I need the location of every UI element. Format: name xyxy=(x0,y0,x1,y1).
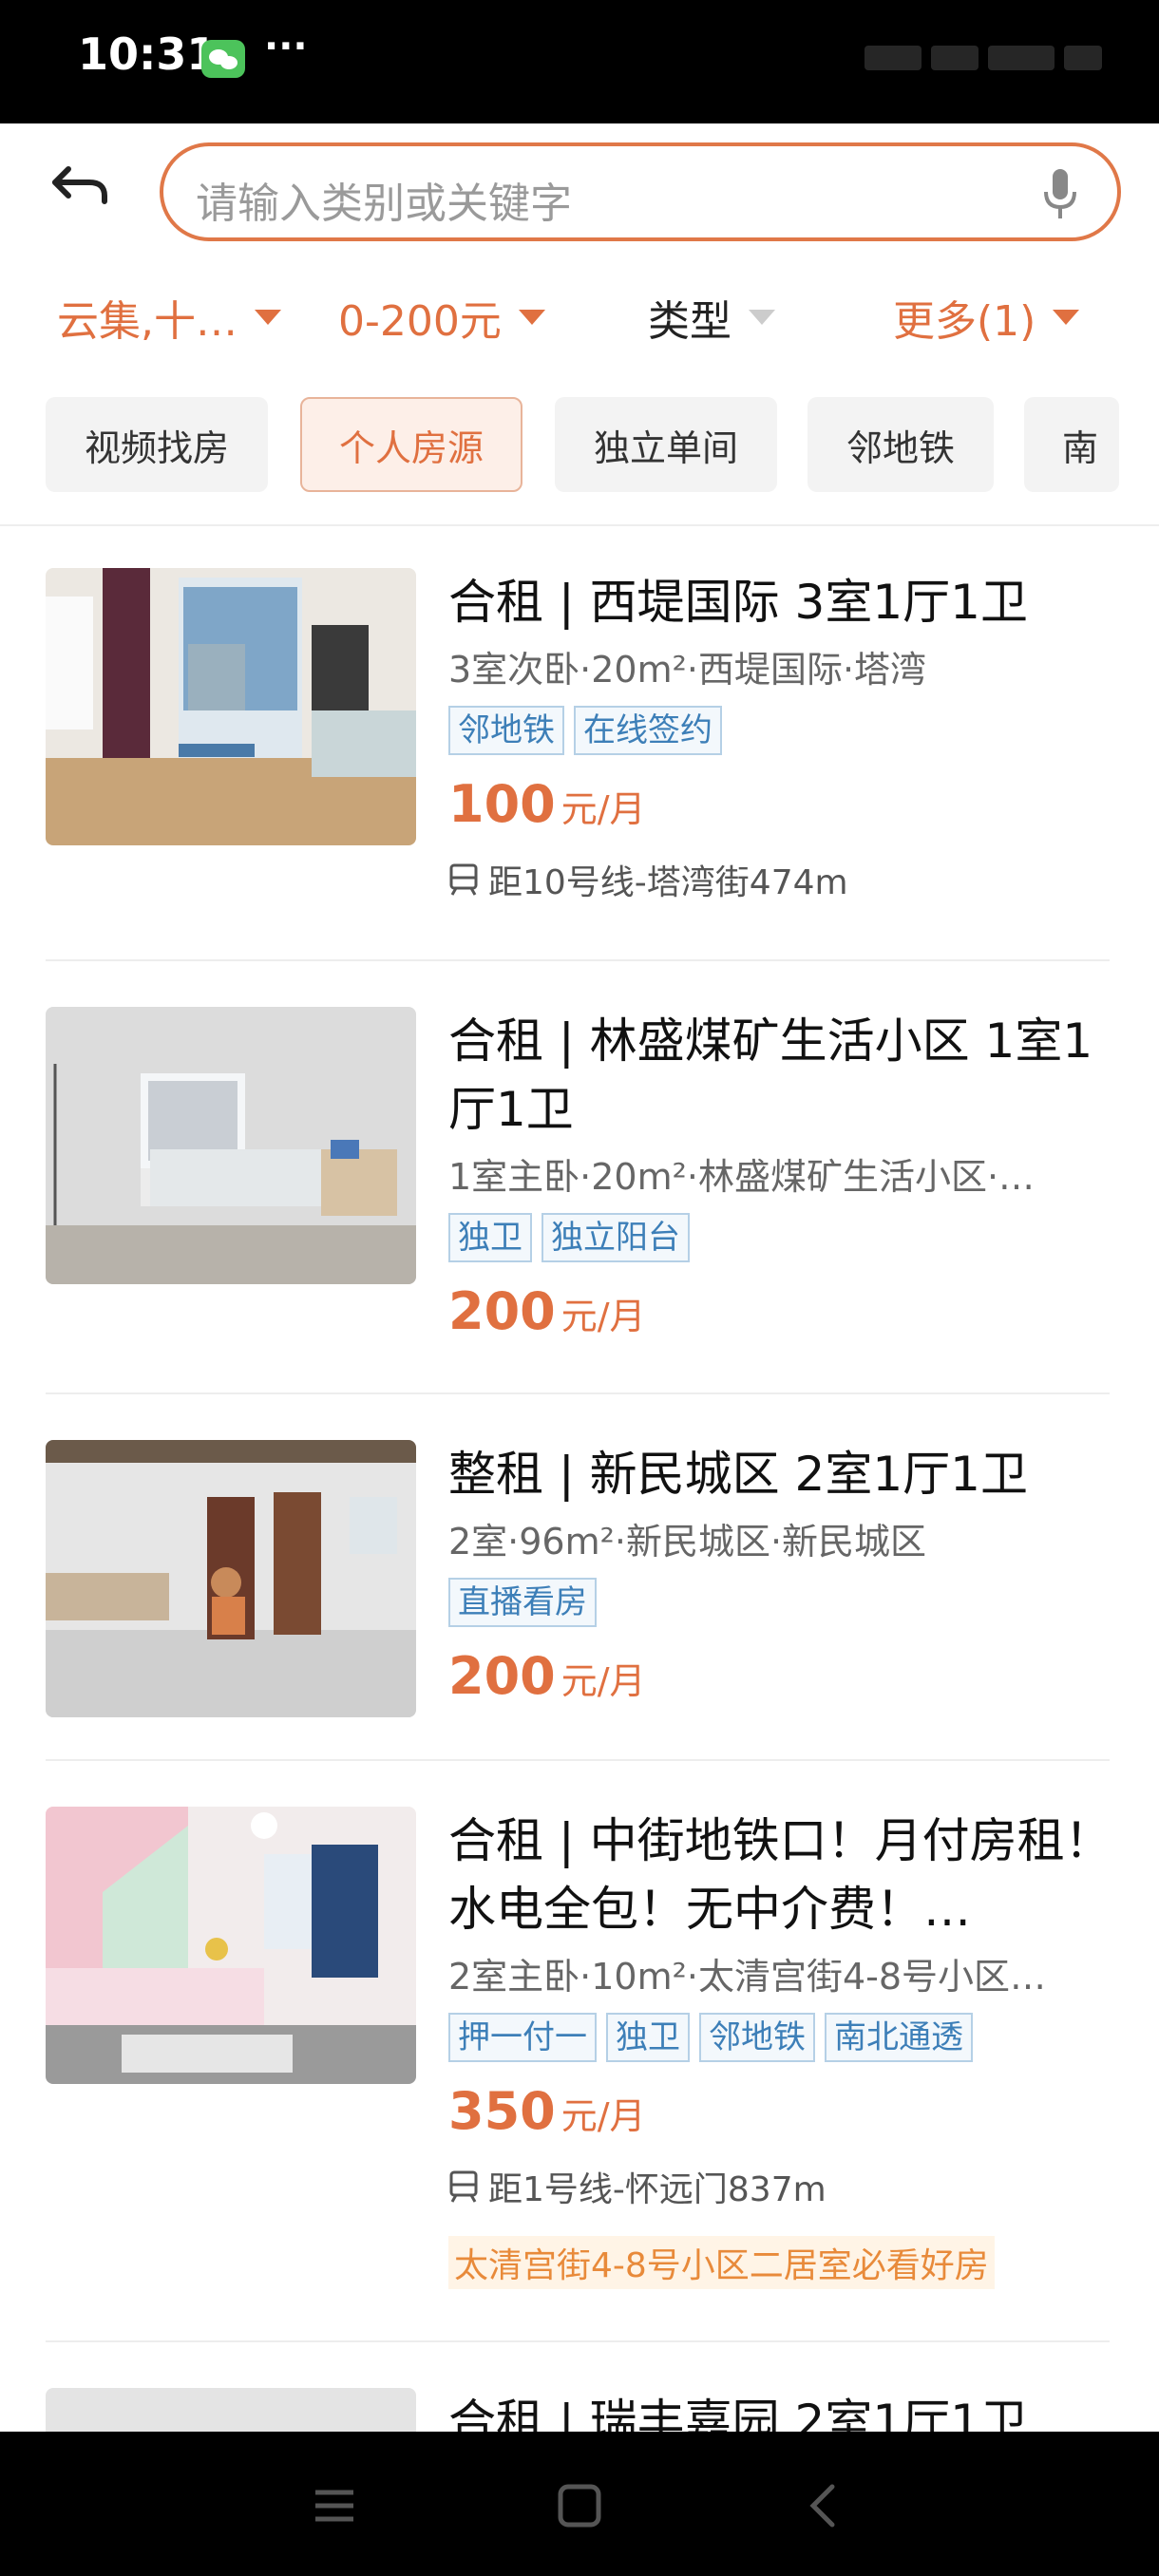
chip-personal-listing[interactable]: 个人房源 xyxy=(300,397,522,492)
dropdown-arrow-icon xyxy=(255,310,281,325)
search-placeholder: 请输入类别或关键字 xyxy=(196,180,572,228)
listing-title: 合租 | 中街地铁口！月付房租！水电全包！无中介费！… xyxy=(448,1813,1112,1937)
chip-near-metro[interactable]: 邻地铁 xyxy=(808,397,994,492)
tag: 独卫 xyxy=(448,1213,532,1262)
price-unit: 元/月 xyxy=(560,1660,646,1702)
listing-info: 整租 | 新民城区 2室1厅1卫 2室·96m²·新民城区·新民城区 直播看房 … xyxy=(448,1440,1113,1706)
metro-icon xyxy=(449,2170,478,2203)
listing-title: 合租 | 西堤国际 3室1厅1卫 xyxy=(448,575,1028,630)
filter-price[interactable]: 0-200元 xyxy=(338,287,545,348)
chip-video[interactable]: 视频找房 xyxy=(46,397,268,492)
listing-subtitle: 3室次卧·20m²·西堤国际·塔湾 xyxy=(448,649,927,691)
listing-title: 合租 | 林盛煤矿生活小区 1室1厅1卫 xyxy=(448,1013,1093,1137)
tag: 直播看房 xyxy=(448,1578,597,1627)
listing-info: 合租 | 林盛煤矿生活小区 1室1厅1卫 1室主卧·20m²·林盛煤矿生活小区·… xyxy=(448,1007,1113,1341)
listing-tags: 直播看房 xyxy=(448,1578,1113,1627)
promo-banner[interactable]: 太清宫街4-8号小区二居室必看好房 xyxy=(448,2236,995,2289)
listing-item[interactable]: 合租 | 林盛煤矿生活小区 1室1厅1卫 1室主卧·20m²·林盛煤矿生活小区·… xyxy=(46,1007,1110,1387)
filter-type[interactable]: 类型 xyxy=(648,287,775,348)
listing-tags: 押一付一 独卫 邻地铁 南北通透 xyxy=(448,2013,1113,2062)
listing-price: 100 元/月 xyxy=(448,774,1113,834)
listing-subtitle: 2室·96m²·新民城区·新民城区 xyxy=(448,1521,927,1563)
filter-more[interactable]: 更多(1) xyxy=(893,287,1080,348)
divider xyxy=(46,959,1110,961)
listing-price: 350 元/月 xyxy=(448,2081,1113,2141)
filter-price-label: 0-200元 xyxy=(338,297,502,346)
price-value: 200 xyxy=(448,1646,556,1706)
price-value: 100 xyxy=(448,774,556,834)
listing-photo[interactable] xyxy=(46,1807,416,2084)
status-time: 10:31 xyxy=(78,28,218,80)
quick-filter-chips: 视频找房 个人房源 独立单间 邻地铁 南 xyxy=(0,397,1159,496)
filter-area-label: 云集,十… xyxy=(57,297,238,346)
filter-bar: 云集,十… 0-200元 类型 更多(1) xyxy=(0,266,1159,370)
listing-photo[interactable] xyxy=(46,2388,416,2432)
listing-price: 200 元/月 xyxy=(448,1281,1113,1341)
dropdown-arrow-icon xyxy=(518,310,545,325)
filter-more-label: 更多(1) xyxy=(893,297,1036,346)
divider xyxy=(46,2340,1110,2342)
price-value: 200 xyxy=(448,1281,556,1341)
listing-metro: 距10号线-塔湾街474m xyxy=(448,855,1113,904)
status-more-dots: ··· xyxy=(264,25,308,68)
listing-photo[interactable] xyxy=(46,1007,416,1284)
tag: 邻地铁 xyxy=(448,706,564,755)
listing-tags: 独卫 独立阳台 xyxy=(448,1213,1113,1262)
listing-info: 合租 | 瑞丰嘉园 2室1厅1卫 xyxy=(448,2388,1110,2432)
tag: 南北通透 xyxy=(825,2013,973,2062)
tag: 在线签约 xyxy=(574,706,722,755)
divider xyxy=(46,1392,1110,1394)
tag: 邻地铁 xyxy=(699,2013,815,2062)
chip-single-room[interactable]: 独立单间 xyxy=(555,397,777,492)
home-square-icon[interactable] xyxy=(551,2477,608,2534)
price-value: 350 xyxy=(448,2081,556,2141)
listing-metro: 距1号线-怀远门837m xyxy=(448,2162,1113,2211)
dropdown-arrow-icon xyxy=(1053,310,1080,325)
price-unit: 元/月 xyxy=(560,788,646,830)
search-header: 请输入类别或关键字 xyxy=(0,123,1159,266)
listing-info: 合租 | 西堤国际 3室1厅1卫 3室次卧·20m²·西堤国际·塔湾 邻地铁 在… xyxy=(448,568,1113,904)
listing-item[interactable]: 合租 | 瑞丰嘉园 2室1厅1卫 xyxy=(46,2388,1110,2432)
listing-item[interactable]: 合租 | 西堤国际 3室1厅1卫 3室次卧·20m²·西堤国际·塔湾 邻地铁 在… xyxy=(46,568,1110,948)
price-unit: 元/月 xyxy=(560,2095,646,2137)
microphone-icon[interactable] xyxy=(1041,167,1079,220)
filter-type-label: 类型 xyxy=(648,297,732,346)
listing-title: 整租 | 新民城区 2室1厅1卫 xyxy=(448,1447,1028,1502)
listing-title: 合租 | 瑞丰嘉园 2室1厅1卫 xyxy=(448,2395,1028,2432)
listing-price: 200 元/月 xyxy=(448,1646,1113,1706)
metro-icon xyxy=(449,863,478,896)
status-bar: 10:31 ··· xyxy=(0,0,1159,123)
dropdown-arrow-icon xyxy=(749,310,775,325)
system-nav-bar xyxy=(0,2432,1159,2576)
tag: 押一付一 xyxy=(448,2013,597,2062)
listing-item[interactable]: 合租 | 中街地铁口！月付房租！水电全包！无中介费！… 2室主卧·10m²·太清… xyxy=(46,1807,1113,2320)
listing-subtitle: 2室主卧·10m²·太清宫街4-8号小区… xyxy=(448,1956,1047,1998)
back-chevron-icon[interactable] xyxy=(796,2477,853,2534)
status-indicators xyxy=(817,44,1102,72)
menu-icon[interactable] xyxy=(306,2477,363,2534)
metro-distance: 距10号线-塔湾街474m xyxy=(488,863,848,902)
listing-photo[interactable] xyxy=(46,1440,416,1717)
listing-tags: 邻地铁 在线签约 xyxy=(448,706,1113,755)
metro-distance: 距1号线-怀远门837m xyxy=(488,2170,826,2209)
listing-info: 合租 | 中街地铁口！月付房租！水电全包！无中介费！… 2室主卧·10m²·太清… xyxy=(448,1807,1113,2289)
listing-subtitle: 1室主卧·20m²·林盛煤矿生活小区·… xyxy=(448,1156,1036,1198)
wechat-icon xyxy=(201,40,245,78)
back-arrow-icon[interactable] xyxy=(48,152,114,218)
divider xyxy=(46,1759,1110,1761)
filter-area[interactable]: 云集,十… xyxy=(57,287,281,348)
tag: 独立阳台 xyxy=(542,1213,690,1262)
price-unit: 元/月 xyxy=(560,1296,646,1337)
chip-south[interactable]: 南 xyxy=(1024,397,1119,492)
search-input[interactable]: 请输入类别或关键字 xyxy=(160,142,1121,241)
divider xyxy=(0,524,1159,526)
listing-item[interactable]: 整租 | 新民城区 2室1厅1卫 2室·96m²·新民城区·新民城区 直播看房 … xyxy=(46,1440,1110,1763)
listing-photo[interactable] xyxy=(46,568,416,845)
tag: 独卫 xyxy=(606,2013,690,2062)
